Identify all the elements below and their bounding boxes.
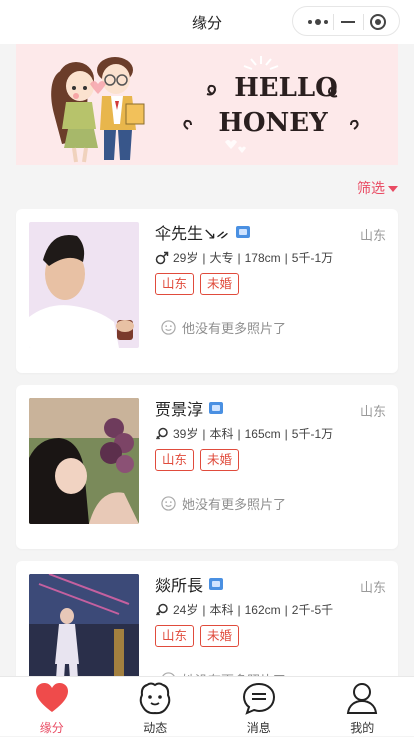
tag-region: 山东 <box>155 625 194 647</box>
profile-name-text: 伞先生↘ᨀ <box>155 220 230 244</box>
no-more-photos-text: 她没有更多照片了 <box>182 494 286 513</box>
profile-photo[interactable] <box>29 398 139 524</box>
tag-region: 山东 <box>155 273 194 295</box>
capsule-divider <box>363 14 364 30</box>
no-more-photos: 他没有更多照片了 <box>161 318 286 337</box>
tab-dongtai[interactable]: 动态 <box>104 677 208 736</box>
close-target-icon[interactable] <box>367 11 389 33</box>
tag-marital: 未婚 <box>200 449 239 471</box>
tag-marital: 未婚 <box>200 625 239 647</box>
mini-program-capsule <box>292 6 400 36</box>
profile-age: 39岁 <box>173 425 198 442</box>
profile-income: 5千-1万 <box>292 425 333 442</box>
filter-button[interactable]: 筛选 <box>357 178 398 198</box>
message-icon <box>241 681 277 715</box>
profile-name: 燚所長 <box>155 572 223 596</box>
male-icon <box>155 251 169 265</box>
tab-label: 动态 <box>104 719 208 736</box>
banner-hello-text: HELLO <box>234 73 338 103</box>
capsule-divider <box>333 14 334 30</box>
profile-meta: 29岁| 大专| 178cm| 5千-1万 <box>155 249 333 266</box>
no-more-photos: 她没有更多照片了 <box>161 494 286 513</box>
female-icon <box>155 603 169 617</box>
profile-height: 178cm <box>245 251 281 265</box>
banner[interactable]: HELLO HONEY <box>16 44 398 165</box>
nav-header: 缘分 <box>0 0 414 44</box>
profile-meta: 39岁| 本科| 165cm| 5千-1万 <box>155 425 333 442</box>
tab-yuanfen[interactable]: 缘分 <box>0 677 104 736</box>
caret-down-icon <box>388 186 398 192</box>
profile-region: 山东 <box>360 401 386 420</box>
tab-bar: 缘分 动态 消息 我的 <box>0 676 414 736</box>
profile-card[interactable]: 伞先生↘ᨀ 山东 29岁| 大专| 178cm| 5千-1万 山东 未婚 他没有… <box>16 209 398 373</box>
profile-name-text: 燚所長 <box>155 572 203 596</box>
profile-region: 山东 <box>360 577 386 596</box>
tag-region: 山东 <box>155 449 194 471</box>
profile-age: 29岁 <box>173 249 198 266</box>
profile-meta: 24岁| 本科| 162cm| 2千-5千 <box>155 601 333 618</box>
heart-icon <box>34 681 70 715</box>
filter-label: 筛选 <box>357 178 385 198</box>
profile-income: 5千-1万 <box>292 249 333 266</box>
profile-name: 贾景淳 <box>155 396 223 420</box>
verified-badge-icon <box>209 402 223 414</box>
banner-honey-text: HONEY <box>218 108 328 138</box>
profile-name-text: 贾景淳 <box>155 396 203 420</box>
more-options-icon[interactable] <box>302 7 334 37</box>
profile-tags: 山东 未婚 <box>155 625 239 647</box>
couple-illustration: HELLO HONEY <box>16 44 398 165</box>
verified-badge-icon <box>209 578 223 590</box>
profile-education: 本科 <box>209 601 233 618</box>
no-more-photos-text: 他没有更多照片了 <box>182 318 286 337</box>
profile-icon <box>344 681 380 715</box>
profile-height: 165cm <box>245 427 281 441</box>
moments-icon <box>137 681 173 715</box>
profile-name: 伞先生↘ᨀ <box>155 220 250 244</box>
tab-xiaoxi[interactable]: 消息 <box>207 677 311 736</box>
profile-photo[interactable] <box>29 222 139 348</box>
profile-tags: 山东 未婚 <box>155 449 239 471</box>
smile-face-icon <box>161 320 176 335</box>
profile-tags: 山东 未婚 <box>155 273 239 295</box>
profile-card[interactable]: 贾景淳 山东 39岁| 本科| 165cm| 5千-1万 山东 未婚 她没有更多… <box>16 385 398 549</box>
female-icon <box>155 427 169 441</box>
profile-list: 伞先生↘ᨀ 山东 29岁| 大专| 178cm| 5千-1万 山东 未婚 他没有… <box>16 209 398 737</box>
profile-region: 山东 <box>360 225 386 244</box>
tab-label: 消息 <box>207 719 311 736</box>
minimize-icon[interactable] <box>337 7 359 37</box>
profile-education: 大专 <box>209 249 233 266</box>
tab-label: 缘分 <box>0 719 104 736</box>
profile-age: 24岁 <box>173 601 198 618</box>
profile-education: 本科 <box>209 425 233 442</box>
profile-income: 2千-5千 <box>292 601 333 618</box>
profile-height: 162cm <box>245 603 281 617</box>
tab-label: 我的 <box>311 719 414 736</box>
verified-badge-icon <box>236 226 250 238</box>
tab-wode[interactable]: 我的 <box>311 677 414 736</box>
tag-marital: 未婚 <box>200 273 239 295</box>
smile-face-icon <box>161 496 176 511</box>
